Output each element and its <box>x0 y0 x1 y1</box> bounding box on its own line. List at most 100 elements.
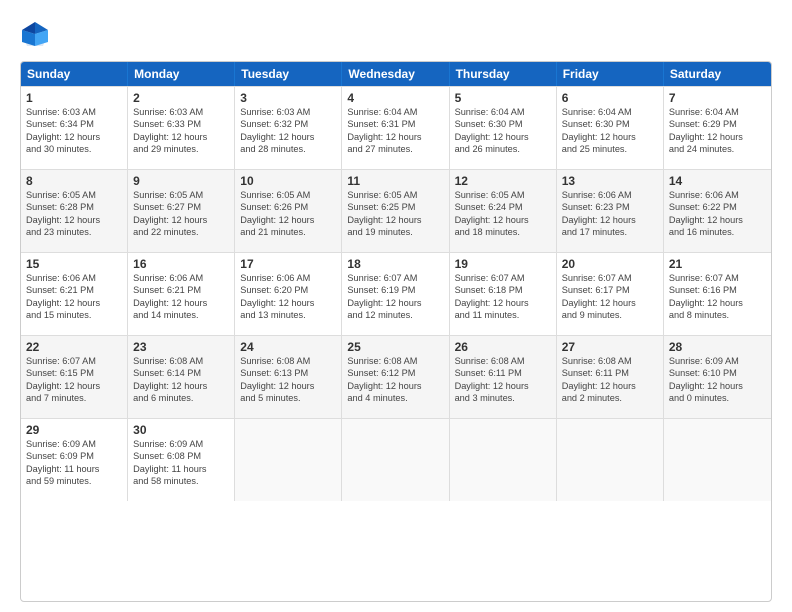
day-number: 5 <box>455 91 551 105</box>
day-info: Sunrise: 6:07 AM Sunset: 6:19 PM Dayligh… <box>347 272 443 322</box>
calendar-cell: 14Sunrise: 6:06 AM Sunset: 6:22 PM Dayli… <box>664 170 771 252</box>
day-info: Sunrise: 6:05 AM Sunset: 6:25 PM Dayligh… <box>347 189 443 239</box>
day-info: Sunrise: 6:06 AM Sunset: 6:22 PM Dayligh… <box>669 189 766 239</box>
day-info: Sunrise: 6:04 AM Sunset: 6:31 PM Dayligh… <box>347 106 443 156</box>
calendar-cell: 13Sunrise: 6:06 AM Sunset: 6:23 PM Dayli… <box>557 170 664 252</box>
day-number: 27 <box>562 340 658 354</box>
weekday-header: Saturday <box>664 62 771 86</box>
day-info: Sunrise: 6:06 AM Sunset: 6:23 PM Dayligh… <box>562 189 658 239</box>
calendar-cell: 15Sunrise: 6:06 AM Sunset: 6:21 PM Dayli… <box>21 253 128 335</box>
day-info: Sunrise: 6:07 AM Sunset: 6:18 PM Dayligh… <box>455 272 551 322</box>
day-number: 25 <box>347 340 443 354</box>
calendar-cell: 10Sunrise: 6:05 AM Sunset: 6:26 PM Dayli… <box>235 170 342 252</box>
calendar-cell: 11Sunrise: 6:05 AM Sunset: 6:25 PM Dayli… <box>342 170 449 252</box>
calendar-cell: 23Sunrise: 6:08 AM Sunset: 6:14 PM Dayli… <box>128 336 235 418</box>
weekday-header: Wednesday <box>342 62 449 86</box>
calendar-cell: 27Sunrise: 6:08 AM Sunset: 6:11 PM Dayli… <box>557 336 664 418</box>
calendar-row: 22Sunrise: 6:07 AM Sunset: 6:15 PM Dayli… <box>21 335 771 418</box>
day-number: 11 <box>347 174 443 188</box>
day-number: 17 <box>240 257 336 271</box>
day-info: Sunrise: 6:04 AM Sunset: 6:29 PM Dayligh… <box>669 106 766 156</box>
day-info: Sunrise: 6:05 AM Sunset: 6:24 PM Dayligh… <box>455 189 551 239</box>
day-info: Sunrise: 6:08 AM Sunset: 6:12 PM Dayligh… <box>347 355 443 405</box>
page: SundayMondayTuesdayWednesdayThursdayFrid… <box>0 0 792 612</box>
day-info: Sunrise: 6:07 AM Sunset: 6:17 PM Dayligh… <box>562 272 658 322</box>
logo-icon <box>20 20 50 48</box>
calendar-row: 29Sunrise: 6:09 AM Sunset: 6:09 PM Dayli… <box>21 418 771 501</box>
calendar-cell <box>235 419 342 501</box>
calendar-cell: 12Sunrise: 6:05 AM Sunset: 6:24 PM Dayli… <box>450 170 557 252</box>
calendar-cell: 7Sunrise: 6:04 AM Sunset: 6:29 PM Daylig… <box>664 87 771 169</box>
day-number: 1 <box>26 91 122 105</box>
day-info: Sunrise: 6:04 AM Sunset: 6:30 PM Dayligh… <box>455 106 551 156</box>
calendar-cell <box>557 419 664 501</box>
calendar-body: 1Sunrise: 6:03 AM Sunset: 6:34 PM Daylig… <box>21 86 771 501</box>
day-info: Sunrise: 6:05 AM Sunset: 6:28 PM Dayligh… <box>26 189 122 239</box>
calendar-row: 15Sunrise: 6:06 AM Sunset: 6:21 PM Dayli… <box>21 252 771 335</box>
calendar-cell: 25Sunrise: 6:08 AM Sunset: 6:12 PM Dayli… <box>342 336 449 418</box>
calendar-cell <box>450 419 557 501</box>
day-info: Sunrise: 6:03 AM Sunset: 6:34 PM Dayligh… <box>26 106 122 156</box>
day-number: 18 <box>347 257 443 271</box>
day-number: 30 <box>133 423 229 437</box>
calendar-cell: 19Sunrise: 6:07 AM Sunset: 6:18 PM Dayli… <box>450 253 557 335</box>
calendar: SundayMondayTuesdayWednesdayThursdayFrid… <box>20 61 772 602</box>
calendar-cell: 21Sunrise: 6:07 AM Sunset: 6:16 PM Dayli… <box>664 253 771 335</box>
calendar-cell: 28Sunrise: 6:09 AM Sunset: 6:10 PM Dayli… <box>664 336 771 418</box>
header <box>20 16 772 53</box>
calendar-cell: 2Sunrise: 6:03 AM Sunset: 6:33 PM Daylig… <box>128 87 235 169</box>
day-number: 26 <box>455 340 551 354</box>
weekday-header: Tuesday <box>235 62 342 86</box>
day-number: 23 <box>133 340 229 354</box>
day-number: 24 <box>240 340 336 354</box>
weekday-header: Monday <box>128 62 235 86</box>
day-info: Sunrise: 6:08 AM Sunset: 6:11 PM Dayligh… <box>562 355 658 405</box>
calendar-cell: 20Sunrise: 6:07 AM Sunset: 6:17 PM Dayli… <box>557 253 664 335</box>
day-number: 8 <box>26 174 122 188</box>
day-number: 12 <box>455 174 551 188</box>
day-number: 20 <box>562 257 658 271</box>
day-info: Sunrise: 6:08 AM Sunset: 6:13 PM Dayligh… <box>240 355 336 405</box>
day-info: Sunrise: 6:07 AM Sunset: 6:16 PM Dayligh… <box>669 272 766 322</box>
calendar-row: 1Sunrise: 6:03 AM Sunset: 6:34 PM Daylig… <box>21 86 771 169</box>
weekday-header: Sunday <box>21 62 128 86</box>
calendar-cell <box>664 419 771 501</box>
calendar-cell: 9Sunrise: 6:05 AM Sunset: 6:27 PM Daylig… <box>128 170 235 252</box>
day-number: 14 <box>669 174 766 188</box>
day-info: Sunrise: 6:08 AM Sunset: 6:11 PM Dayligh… <box>455 355 551 405</box>
day-number: 3 <box>240 91 336 105</box>
day-info: Sunrise: 6:09 AM Sunset: 6:10 PM Dayligh… <box>669 355 766 405</box>
day-info: Sunrise: 6:03 AM Sunset: 6:32 PM Dayligh… <box>240 106 336 156</box>
day-info: Sunrise: 6:06 AM Sunset: 6:21 PM Dayligh… <box>133 272 229 322</box>
day-info: Sunrise: 6:09 AM Sunset: 6:08 PM Dayligh… <box>133 438 229 488</box>
weekday-header: Friday <box>557 62 664 86</box>
day-info: Sunrise: 6:04 AM Sunset: 6:30 PM Dayligh… <box>562 106 658 156</box>
day-number: 2 <box>133 91 229 105</box>
day-number: 10 <box>240 174 336 188</box>
calendar-header: SundayMondayTuesdayWednesdayThursdayFrid… <box>21 62 771 86</box>
calendar-cell: 17Sunrise: 6:06 AM Sunset: 6:20 PM Dayli… <box>235 253 342 335</box>
day-info: Sunrise: 6:03 AM Sunset: 6:33 PM Dayligh… <box>133 106 229 156</box>
calendar-cell: 29Sunrise: 6:09 AM Sunset: 6:09 PM Dayli… <box>21 419 128 501</box>
day-info: Sunrise: 6:05 AM Sunset: 6:26 PM Dayligh… <box>240 189 336 239</box>
day-info: Sunrise: 6:08 AM Sunset: 6:14 PM Dayligh… <box>133 355 229 405</box>
day-info: Sunrise: 6:06 AM Sunset: 6:20 PM Dayligh… <box>240 272 336 322</box>
day-number: 22 <box>26 340 122 354</box>
calendar-cell: 4Sunrise: 6:04 AM Sunset: 6:31 PM Daylig… <box>342 87 449 169</box>
day-number: 4 <box>347 91 443 105</box>
logo <box>20 20 52 53</box>
calendar-cell: 8Sunrise: 6:05 AM Sunset: 6:28 PM Daylig… <box>21 170 128 252</box>
day-number: 7 <box>669 91 766 105</box>
day-info: Sunrise: 6:07 AM Sunset: 6:15 PM Dayligh… <box>26 355 122 405</box>
calendar-cell: 1Sunrise: 6:03 AM Sunset: 6:34 PM Daylig… <box>21 87 128 169</box>
day-info: Sunrise: 6:09 AM Sunset: 6:09 PM Dayligh… <box>26 438 122 488</box>
calendar-cell: 24Sunrise: 6:08 AM Sunset: 6:13 PM Dayli… <box>235 336 342 418</box>
calendar-cell: 30Sunrise: 6:09 AM Sunset: 6:08 PM Dayli… <box>128 419 235 501</box>
calendar-cell: 6Sunrise: 6:04 AM Sunset: 6:30 PM Daylig… <box>557 87 664 169</box>
day-number: 19 <box>455 257 551 271</box>
calendar-cell: 3Sunrise: 6:03 AM Sunset: 6:32 PM Daylig… <box>235 87 342 169</box>
calendar-cell: 22Sunrise: 6:07 AM Sunset: 6:15 PM Dayli… <box>21 336 128 418</box>
calendar-cell: 18Sunrise: 6:07 AM Sunset: 6:19 PM Dayli… <box>342 253 449 335</box>
calendar-cell <box>342 419 449 501</box>
day-number: 16 <box>133 257 229 271</box>
